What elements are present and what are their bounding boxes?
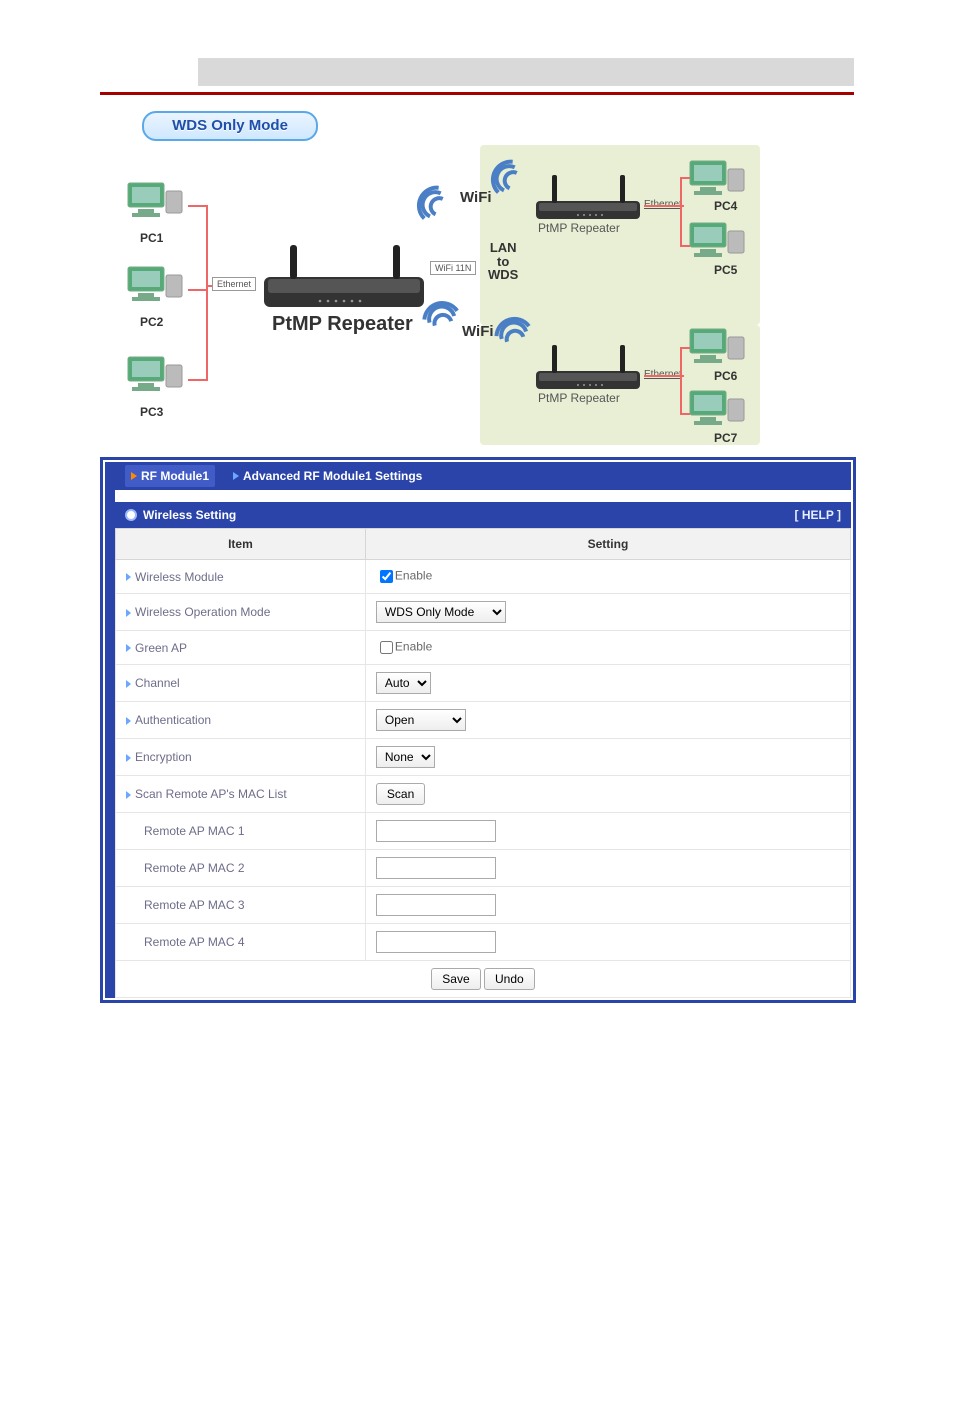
lan-line3: WDS bbox=[488, 267, 518, 282]
line bbox=[680, 177, 682, 247]
row-authentication: Authentication bbox=[116, 702, 366, 739]
save-button[interactable]: Save bbox=[431, 968, 480, 990]
line bbox=[680, 347, 682, 415]
row-channel: Channel bbox=[116, 665, 366, 702]
pc-label: PC4 bbox=[714, 199, 737, 213]
row-mac3: Remote AP MAC 3 bbox=[116, 887, 366, 924]
ptmp-main-label: PtMP Repeater bbox=[272, 313, 413, 336]
wifi11n-tag: WiFi 11N bbox=[430, 261, 476, 275]
line bbox=[680, 177, 690, 179]
line bbox=[188, 289, 208, 291]
line bbox=[680, 413, 690, 415]
pc-label: PC1 bbox=[140, 231, 163, 245]
wifi-waves-icon bbox=[406, 177, 458, 231]
wds-mode-badge: WDS Only Mode bbox=[142, 111, 318, 141]
line bbox=[644, 375, 684, 377]
row-mac4: Remote AP MAC 4 bbox=[116, 924, 366, 961]
wireless-module-enable-checkbox[interactable] bbox=[380, 570, 393, 583]
triangle-icon bbox=[131, 472, 137, 480]
wireless-op-mode-select[interactable]: WDS Only Mode bbox=[376, 601, 506, 623]
triangle-icon bbox=[233, 472, 239, 480]
router-main bbox=[260, 239, 430, 313]
encryption-select[interactable]: None bbox=[376, 746, 435, 768]
row-wireless-op-mode: Wireless Operation Mode bbox=[116, 594, 366, 631]
ptmp-sub-label: PtMP Repeater bbox=[538, 391, 620, 405]
router-small bbox=[534, 171, 644, 223]
row-green-ap: Green AP bbox=[116, 631, 366, 665]
pc-label: PC5 bbox=[714, 263, 737, 277]
tab-label: RF Module1 bbox=[141, 469, 209, 483]
row-encryption: Encryption bbox=[116, 739, 366, 776]
lan-to-wds-label: LAN to WDS bbox=[488, 241, 518, 282]
pc-icon bbox=[126, 355, 186, 409]
line bbox=[644, 205, 684, 207]
panel-header: Wireless Setting [ HELP ] bbox=[115, 502, 851, 528]
ptmp-sub-label: PtMP Repeater bbox=[538, 221, 620, 235]
tab-rf-module1[interactable]: RF Module1 bbox=[125, 465, 215, 487]
channel-select[interactable]: Auto bbox=[376, 672, 431, 694]
pc-label: PC6 bbox=[714, 369, 737, 383]
pc-icon bbox=[126, 181, 186, 235]
line bbox=[188, 205, 208, 207]
settings-panel: RF Module1 Advanced RF Module1 Settings … bbox=[100, 457, 856, 1003]
line bbox=[680, 245, 690, 247]
green-ap-enable-checkbox[interactable] bbox=[380, 641, 393, 654]
pc-label: PC7 bbox=[714, 431, 737, 445]
pc-label: PC3 bbox=[140, 405, 163, 419]
pc-icon bbox=[126, 265, 186, 319]
undo-button[interactable]: Undo bbox=[484, 968, 535, 990]
remote-ap-mac-4-input[interactable] bbox=[376, 931, 496, 953]
row-mac1: Remote AP MAC 1 bbox=[116, 813, 366, 850]
settings-table: Item Setting Wireless Module Enable Wire… bbox=[115, 528, 851, 998]
line bbox=[680, 347, 690, 349]
tab-adv-rf-module1[interactable]: Advanced RF Module1 Settings bbox=[233, 469, 422, 483]
help-link[interactable]: [ HELP ] bbox=[795, 508, 841, 522]
tab-bar: RF Module1 Advanced RF Module1 Settings bbox=[105, 462, 851, 490]
row-mac2: Remote AP MAC 2 bbox=[116, 850, 366, 887]
router-small bbox=[534, 341, 644, 393]
remote-ap-mac-2-input[interactable] bbox=[376, 857, 496, 879]
radio-icon bbox=[125, 509, 137, 521]
pc-label: PC2 bbox=[140, 315, 163, 329]
col-item: Item bbox=[116, 529, 366, 560]
panel-title: Wireless Setting bbox=[143, 508, 236, 522]
authentication-select[interactable]: Open bbox=[376, 709, 466, 731]
col-setting: Setting bbox=[365, 529, 850, 560]
remote-ap-mac-1-input[interactable] bbox=[376, 820, 496, 842]
topology-diagram: WDS Only Mode PC1 PC2 PC3 bbox=[100, 105, 854, 445]
line bbox=[206, 205, 208, 381]
wifi-label: WiFi bbox=[460, 189, 492, 206]
row-wireless-module: Wireless Module bbox=[116, 560, 366, 594]
remote-ap-mac-3-input[interactable] bbox=[376, 894, 496, 916]
row-scan-mac-list: Scan Remote AP's MAC List bbox=[116, 776, 366, 813]
doc-header-bar bbox=[198, 58, 854, 86]
ethernet-tag: Ethernet bbox=[212, 277, 256, 291]
line bbox=[188, 379, 208, 381]
scan-button[interactable]: Scan bbox=[376, 783, 425, 805]
tab-label: Advanced RF Module1 Settings bbox=[243, 469, 422, 483]
